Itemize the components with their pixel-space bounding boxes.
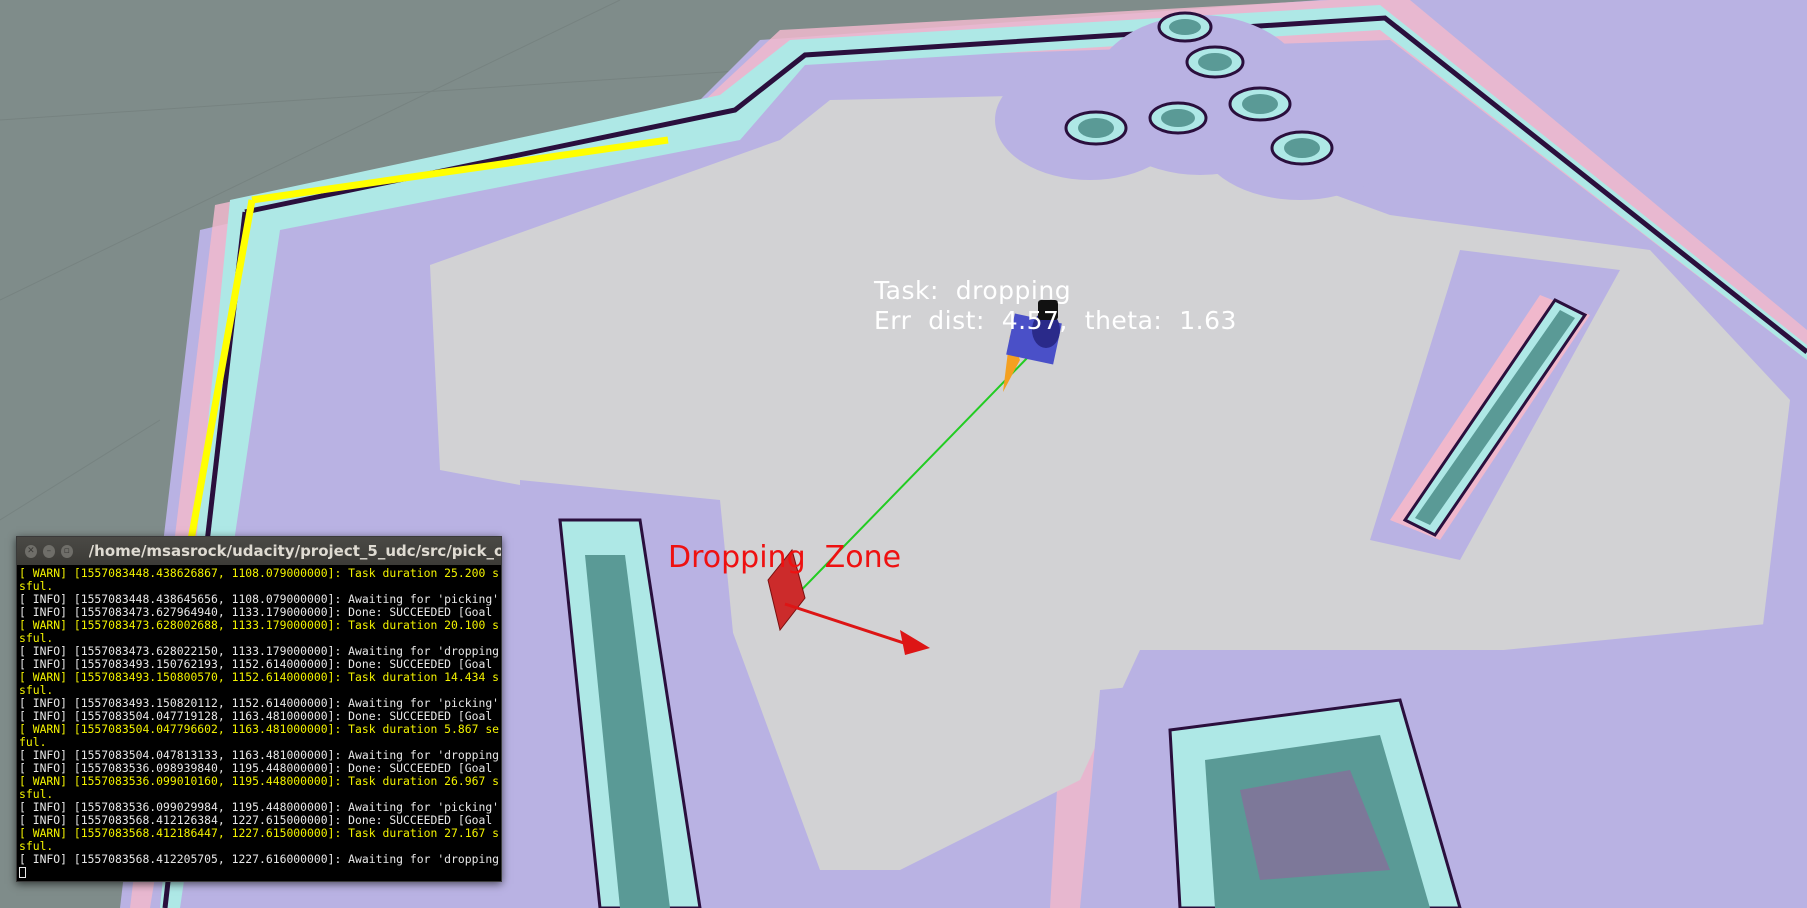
terminal-line: [ INFO] [1557083448.438645656, 1108.0790… — [19, 593, 499, 606]
maximize-icon[interactable]: ▫ — [60, 544, 73, 558]
error-distance-label: Err dist: 4.57, theta: 1.63 — [874, 306, 1237, 335]
terminal-line: [ INFO] [1557083493.150762193, 1152.6140… — [19, 658, 493, 671]
terminal-line: [ INFO] [1557083493.150820112, 1152.6140… — [19, 697, 499, 710]
terminal-window[interactable]: ✕ – ▫ /home/msasrock/udacity/project_5_u… — [16, 536, 502, 882]
terminal-line: [ INFO] [1557083473.628022150, 1133.1790… — [19, 645, 499, 658]
terminal-cursor — [19, 867, 26, 878]
terminal-line: ful. — [19, 736, 47, 749]
terminal-line: [ WARN] [1557083473.628002688, 1133.1790… — [19, 619, 499, 632]
terminal-line: sful. — [19, 632, 54, 645]
terminal-line: [ INFO] [1557083568.412126384, 1227.6150… — [19, 814, 493, 827]
terminal-line: [ INFO] [1557083473.627964940, 1133.1790… — [19, 606, 493, 619]
terminal-title: /home/msasrock/udacity/project_5_udc/src… — [88, 542, 501, 560]
terminal-output[interactable]: [ WARN] [1557083448.438626867, 1108.0790… — [17, 565, 501, 879]
terminal-line: [ INFO] [1557083568.412205705, 1227.6160… — [19, 853, 499, 866]
terminal-cursor-line[interactable] — [19, 866, 499, 879]
terminal-titlebar[interactable]: ✕ – ▫ /home/msasrock/udacity/project_5_u… — [17, 537, 501, 565]
terminal-line: [ WARN] [1557083568.412186447, 1227.6150… — [19, 827, 499, 840]
terminal-line: [ INFO] [1557083536.099029984, 1195.4480… — [19, 801, 499, 814]
dropping-zone-label: Dropping Zone — [668, 540, 902, 575]
minimize-icon[interactable]: – — [42, 544, 55, 558]
task-status-label: Task: dropping — [874, 276, 1072, 305]
terminal-line: [ WARN] [1557083493.150800570, 1152.6140… — [19, 671, 499, 684]
terminal-line: sful. — [19, 840, 54, 853]
terminal-line: [ WARN] [1557083504.047796602, 1163.4810… — [19, 723, 499, 736]
terminal-line: [ INFO] [1557083536.098939840, 1195.4480… — [19, 762, 493, 775]
terminal-line: sful. — [19, 788, 54, 801]
terminal-line: [ INFO] [1557083504.047813133, 1163.4810… — [19, 749, 499, 762]
terminal-line: sful. — [19, 684, 54, 697]
close-icon[interactable]: ✕ — [25, 544, 37, 558]
terminal-line: [ WARN] [1557083536.099010160, 1195.4480… — [19, 775, 499, 788]
terminal-line: [ INFO] [1557083504.047719128, 1163.4810… — [19, 710, 493, 723]
terminal-line: sful. — [19, 580, 54, 593]
terminal-line: [ WARN] [1557083448.438626867, 1108.0790… — [19, 567, 499, 580]
